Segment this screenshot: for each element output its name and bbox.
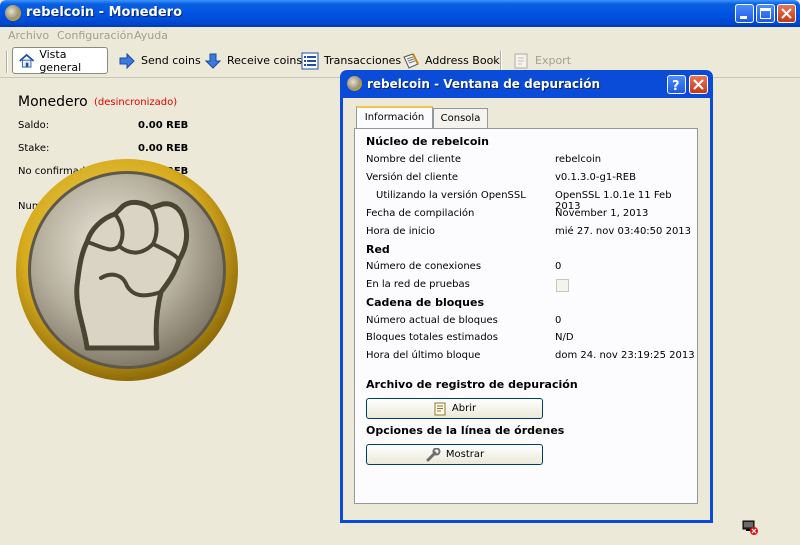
total-blocks-label: Bloques totales estimados — [366, 332, 498, 343]
overview-button[interactable]: Vista general — [12, 47, 108, 74]
send-coins-button[interactable]: Send coins — [112, 47, 206, 74]
stake-label: Stake: — [18, 143, 50, 154]
balance-label: Saldo: — [18, 120, 50, 131]
maximize-button[interactable] — [756, 4, 775, 23]
main-title-bar[interactable]: rebelcoin - Monedero — [0, 0, 800, 27]
svg-text:?: ? — [672, 79, 680, 93]
client-name-label: Nombre del cliente — [366, 154, 461, 165]
export-icon — [514, 53, 528, 68]
blocks-value: 0 — [555, 315, 562, 326]
last-block-time-value: dom 24. nov 23:19:25 2013 — [555, 350, 695, 361]
tab-consola[interactable]: Consola — [433, 108, 488, 128]
list-icon — [301, 52, 319, 69]
menu-ayuda[interactable]: Ayuda — [134, 29, 168, 42]
connections-value: 0 — [555, 261, 562, 272]
client-name-value: rebelcoin — [555, 154, 602, 165]
close-button[interactable] — [777, 4, 796, 23]
minimize-icon — [740, 16, 747, 19]
show-options-label: Mostrar — [445, 449, 485, 460]
command-line-heading: Opciones de la línea de órdenes — [366, 424, 565, 437]
testnet-checkbox — [556, 279, 569, 292]
menu-archivo[interactable]: Archivo — [8, 29, 49, 42]
maximize-icon — [760, 8, 771, 19]
tab-informacion[interactable]: Información — [356, 106, 433, 129]
export-label: Export — [535, 54, 572, 67]
home-icon — [19, 53, 35, 67]
rebelcoin-app-icon — [347, 76, 362, 91]
debug-log-heading: Archivo de registro de depuración — [366, 378, 578, 391]
startup-time-value: mié 27. nov 03:40:50 2013 — [555, 226, 692, 237]
information-panel: Núcleo de rebelcoin Nombre del cliente r… — [354, 128, 698, 504]
debug-close-button[interactable] — [689, 75, 708, 94]
address-book-icon — [403, 52, 419, 69]
overview-label: Vista general — [39, 47, 82, 74]
arrow-right-icon — [119, 52, 135, 69]
rebelcoin-app-icon — [5, 5, 21, 21]
network-heading: Red — [366, 243, 390, 256]
transactions-label: Transacciones — [324, 54, 402, 67]
build-date-label: Fecha de compilación — [366, 208, 475, 219]
blocks-label: Número actual de bloques — [366, 315, 498, 326]
testnet-label: En la red de pruebas — [366, 279, 470, 290]
window-title: rebelcoin - Monedero — [26, 5, 183, 20]
debug-window-title: rebelcoin - Ventana de depuración — [367, 77, 601, 91]
menu-bar: Archivo Configuración Ayuda — [0, 27, 800, 45]
toolbar-separator — [6, 51, 8, 73]
notepad-icon — [434, 402, 446, 415]
send-coins-label: Send coins — [141, 54, 201, 67]
open-log-label: Abrir — [451, 403, 477, 414]
client-version-value: v0.1.3.0-g1-REB — [555, 172, 636, 183]
menu-configuracion[interactable]: Configuración — [57, 29, 133, 42]
wallet-heading: Monedero — [18, 94, 88, 110]
debug-window: rebelcoin - Ventana de depuración ? Info… — [340, 70, 713, 523]
minimize-button[interactable] — [735, 4, 754, 23]
out-of-sync-label: (desincronizado) — [94, 97, 178, 108]
close-icon — [781, 8, 792, 19]
address-book-label: Address Book — [425, 54, 500, 67]
wrench-icon — [426, 447, 441, 461]
startup-time-label: Hora de inicio — [366, 226, 436, 237]
open-log-button[interactable]: Abrir — [366, 398, 543, 419]
receive-coins-label: Receive coins — [227, 54, 303, 67]
client-version-label: Versión del cliente — [366, 172, 459, 183]
connections-label: Número de conexiones — [366, 261, 482, 272]
debug-body: Información Consola Núcleo de rebelcoin … — [343, 98, 710, 520]
blockchain-heading: Cadena de bloques — [366, 296, 484, 309]
network-status-icon[interactable] — [741, 518, 759, 536]
show-options-button[interactable]: Mostrar — [366, 444, 543, 465]
last-block-time-label: Hora del último bloque — [366, 350, 481, 361]
stake-value: 0.00 REB — [138, 143, 189, 154]
help-icon: ? — [672, 79, 680, 94]
build-date-value: November 1, 2013 — [555, 208, 649, 219]
rebelcoin-logo — [16, 159, 238, 381]
close-icon — [693, 79, 704, 90]
openssl-label: Utilizando la versión OpenSSL — [376, 190, 526, 201]
debug-title-bar[interactable]: rebelcoin - Ventana de depuración ? — [343, 70, 710, 98]
arrow-down-icon — [204, 53, 222, 69]
receive-coins-button[interactable]: Receive coins — [198, 47, 307, 74]
balance-value: 0.00 REB — [138, 120, 189, 131]
core-heading: Núcleo de rebelcoin — [366, 135, 490, 148]
total-blocks-value: N/D — [555, 332, 574, 343]
help-button[interactable]: ? — [667, 75, 686, 94]
